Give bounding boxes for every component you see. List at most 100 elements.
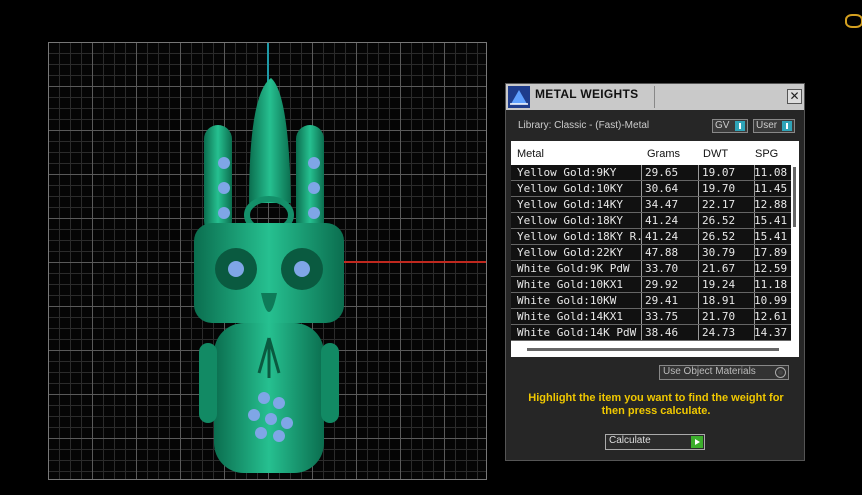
table-cell: 17.89 <box>754 246 788 259</box>
table-cell: 14.37 <box>754 326 788 339</box>
table-cell: Yellow Gold:9KY <box>517 166 617 179</box>
column-separator <box>698 309 699 324</box>
use-object-materials-label: Use Object Materials <box>663 366 756 377</box>
user-toggle[interactable]: User <box>753 119 795 133</box>
column-separator <box>754 181 755 196</box>
table-row[interactable]: White Gold:10KW 29.41 18.91 10.99 <box>511 293 791 309</box>
table-cell: 33.75 <box>645 310 679 323</box>
calculate-label: Calculate <box>609 435 651 446</box>
column-separator <box>754 277 755 292</box>
column-separator <box>754 165 755 180</box>
column-separator <box>641 277 642 292</box>
table-row[interactable]: White Gold:14K PdW 38.46 24.73 14.37 <box>511 325 791 341</box>
horizontal-scrollbar[interactable] <box>527 348 779 351</box>
gv-toggle-label: GV <box>715 120 730 131</box>
table-cell: 41.24 <box>645 214 679 227</box>
table-row[interactable]: White Gold:14KX1 33.75 21.70 12.61 <box>511 309 791 325</box>
table-cell: White Gold:14K PdW <box>517 326 637 339</box>
table-row[interactable]: Yellow Gold:14KY 34.47 22.17 12.88 <box>511 197 791 213</box>
metal-table[interactable]: Metal Grams DWT SPG Yellow Gold:9KY 29.65… <box>511 141 799 357</box>
table-cell: 10.99 <box>754 294 788 307</box>
table-cell: 15.41 <box>754 230 788 243</box>
table-row[interactable]: Yellow Gold:18KY R... 41.24 26.52 15.41 <box>511 229 791 245</box>
table-cell: 11.45 <box>754 182 788 195</box>
table-row[interactable]: Yellow Gold:10KY 30.64 19.70 11.45 <box>511 181 791 197</box>
column-separator <box>754 229 755 244</box>
table-cell: 30.79 <box>702 246 736 259</box>
pendant-model[interactable] <box>189 73 379 493</box>
user-toggle-label: User <box>756 120 778 131</box>
table-cell: 21.67 <box>702 262 736 275</box>
column-separator <box>698 229 699 244</box>
3d-viewport[interactable] <box>48 42 487 480</box>
column-separator <box>641 213 642 228</box>
table-cell: 24.73 <box>702 326 736 339</box>
table-cell: 47.88 <box>645 246 679 259</box>
table-cell: 11.08 <box>754 166 788 179</box>
column-separator <box>641 325 642 340</box>
table-cell: White Gold:14KX1 <box>517 310 623 323</box>
library-label: Library: Classic - (Fast)-Metal <box>518 120 650 131</box>
col-header-grams[interactable]: Grams <box>647 148 680 160</box>
table-cell: 19.24 <box>702 278 736 291</box>
table-row[interactable]: Yellow Gold:22KY 47.88 30.79 17.89 <box>511 245 791 261</box>
table-cell: 11.18 <box>754 278 788 291</box>
column-separator <box>698 277 699 292</box>
table-cell: 30.64 <box>645 182 679 195</box>
table-cell: Yellow Gold:18KY <box>517 214 623 227</box>
column-separator <box>698 325 699 340</box>
table-cell: White Gold:10KX1 <box>517 278 623 291</box>
table-header: Metal Grams DWT SPG <box>511 141 799 165</box>
ring-icon <box>845 14 862 28</box>
use-object-materials-radio[interactable] <box>775 367 786 378</box>
calculate-button[interactable]: Calculate <box>605 434 705 450</box>
col-header-dwt[interactable]: DWT <box>703 148 728 160</box>
play-icon <box>691 436 703 448</box>
table-row[interactable]: Yellow Gold:18KY 41.24 26.52 15.41 <box>511 213 791 229</box>
table-cell: White Gold:9K PdW <box>517 262 630 275</box>
table-row[interactable]: White Gold:10KX1 29.92 19.24 11.18 <box>511 277 791 293</box>
table-cell: 18.91 <box>702 294 736 307</box>
table-cell: 29.92 <box>645 278 679 291</box>
table-cell: White Gold:10KW <box>517 294 617 307</box>
col-header-spg[interactable]: SPG <box>755 148 778 160</box>
metal-weights-panel: METAL WEIGHTS ✕ Library: Classic - (Fast… <box>505 83 805 461</box>
instruction-text: Highlight the item you want to find the … <box>528 392 784 417</box>
column-separator <box>754 309 755 324</box>
table-cell: 19.07 <box>702 166 736 179</box>
table-cell: Yellow Gold:18KY R... <box>517 230 641 243</box>
column-separator <box>698 261 699 276</box>
column-separator <box>754 293 755 308</box>
column-separator <box>641 181 642 196</box>
column-separator <box>754 325 755 340</box>
user-toggle-knob <box>782 121 792 131</box>
vertical-scrollbar[interactable] <box>793 167 796 227</box>
table-row[interactable]: Yellow Gold:9KY 29.65 19.07 11.08 <box>511 165 791 181</box>
column-separator <box>641 309 642 324</box>
table-cell: 19.70 <box>702 182 736 195</box>
table-cell: 41.24 <box>645 230 679 243</box>
col-header-metal[interactable]: Metal <box>517 148 544 160</box>
column-separator <box>754 197 755 212</box>
column-separator <box>754 261 755 276</box>
use-object-materials-option[interactable]: Use Object Materials <box>659 365 789 380</box>
close-button[interactable]: ✕ <box>787 89 802 104</box>
table-cell: 38.46 <box>645 326 679 339</box>
table-cell: 29.41 <box>645 294 679 307</box>
column-separator <box>641 229 642 244</box>
panel-titlebar[interactable]: METAL WEIGHTS ✕ <box>506 84 804 110</box>
title-divider <box>654 86 655 108</box>
table-cell: 29.65 <box>645 166 679 179</box>
table-row[interactable]: White Gold:9K PdW 33.70 21.67 12.59 <box>511 261 791 277</box>
column-separator <box>641 165 642 180</box>
column-separator <box>698 165 699 180</box>
table-cell: Yellow Gold:10KY <box>517 182 623 195</box>
table-cell: 26.52 <box>702 230 736 243</box>
table-cell: Yellow Gold:14KY <box>517 198 623 211</box>
column-separator <box>698 245 699 260</box>
gv-toggle[interactable]: GV <box>712 119 748 133</box>
table-cell: 15.41 <box>754 214 788 227</box>
table-cell: 22.17 <box>702 198 736 211</box>
table-cell: 12.61 <box>754 310 788 323</box>
column-separator <box>641 197 642 212</box>
